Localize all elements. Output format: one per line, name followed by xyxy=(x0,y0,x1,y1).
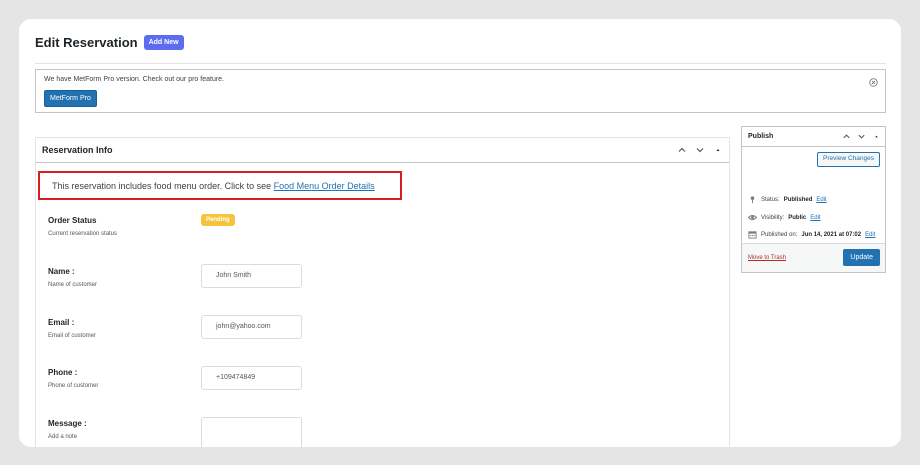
email-description: Email of customer xyxy=(48,333,97,339)
preview-changes-button[interactable]: Preview Changes xyxy=(817,152,880,167)
calendar-icon xyxy=(748,231,757,239)
message-label: Message : xyxy=(48,419,87,428)
box-controls xyxy=(677,145,723,155)
email-input[interactable]: john@yahoo.com xyxy=(201,315,302,339)
food-menu-notice-label: This reservation includes food menu orde… xyxy=(52,181,274,191)
name-description: Name of customer xyxy=(48,282,98,288)
published-on-row: Published on: Jun 14, 2021 at 07:02 Edit xyxy=(748,230,875,239)
add-new-button[interactable]: Add New xyxy=(143,35,184,50)
message-field: Message : Add a note xyxy=(48,419,87,440)
update-button[interactable]: Update xyxy=(843,249,880,266)
name-label: Name : xyxy=(48,267,75,276)
metform-notice: We have MetForm Pro version. Check out o… xyxy=(35,69,886,113)
triangle-up-icon[interactable] xyxy=(713,145,723,155)
pin-icon xyxy=(750,196,755,204)
status-value: Published xyxy=(783,196,813,203)
publish-box: Publish Preview Changes Status: Publishe… xyxy=(741,126,886,273)
eye-icon xyxy=(748,215,757,220)
phone-field: Phone : Phone of customer xyxy=(48,368,98,389)
triangle-up-icon[interactable] xyxy=(872,132,881,141)
publish-header: Publish xyxy=(742,127,885,147)
phone-label: Phone : xyxy=(48,368,78,377)
publish-title: Publish xyxy=(748,133,774,140)
chevron-up-icon[interactable] xyxy=(677,145,687,155)
published-on-edit-link[interactable]: Edit xyxy=(865,232,875,238)
visibility-value: Public xyxy=(788,214,807,221)
page-title: Edit Reservation xyxy=(35,35,138,50)
chevron-down-icon[interactable] xyxy=(857,132,866,141)
email-label: Email : xyxy=(48,318,75,327)
order-status-field: Order Status Current reservation status xyxy=(48,216,117,237)
publish-footer: Move to Trash Update xyxy=(742,243,885,272)
food-menu-notice: This reservation includes food menu orde… xyxy=(38,171,402,200)
name-input[interactable]: John Smith xyxy=(201,264,302,288)
status-prefix: Status: xyxy=(761,196,780,203)
phone-input[interactable]: +109474849 xyxy=(201,366,302,390)
status-edit-link[interactable]: Edit xyxy=(816,197,826,203)
status-badge: Pending xyxy=(201,214,235,226)
message-description: Add a note xyxy=(48,434,78,440)
notice-text: We have MetForm Pro version. Check out o… xyxy=(44,76,225,83)
name-field: Name : Name of customer xyxy=(48,267,97,288)
reservation-info-box: Reservation Info This reservation includ… xyxy=(35,137,730,447)
page-header: Edit Reservation Add New xyxy=(35,35,184,50)
metform-pro-button[interactable]: MetForm Pro xyxy=(44,90,97,107)
published-on-value: Jun 14, 2021 at 07:02 xyxy=(801,231,862,238)
publish-controls xyxy=(842,132,881,141)
food-menu-notice-text: This reservation includes food menu orde… xyxy=(52,181,375,191)
phone-description: Phone of customer xyxy=(48,383,99,389)
chevron-up-icon[interactable] xyxy=(842,132,851,141)
chevron-down-icon[interactable] xyxy=(695,145,705,155)
visibility-row: Visibility: Public Edit xyxy=(748,213,821,222)
published-on-prefix: Published on: xyxy=(761,231,798,238)
visibility-prefix: Visibility: xyxy=(761,214,785,221)
move-to-trash-link[interactable]: Move to Trash xyxy=(748,255,786,261)
screenshot-frame: Edit Reservation Add New We have MetForm… xyxy=(19,19,901,447)
order-status-description: Current reservation status xyxy=(48,231,118,237)
visibility-edit-link[interactable]: Edit xyxy=(810,215,820,221)
header-divider xyxy=(35,63,886,64)
message-textarea[interactable] xyxy=(201,417,302,447)
close-circle-icon[interactable] xyxy=(869,78,878,87)
status-row: Status: Published Edit xyxy=(748,195,827,204)
reservation-info-title: Reservation Info xyxy=(42,145,113,155)
order-status-label: Order Status xyxy=(48,216,97,225)
email-field: Email : Email of customer xyxy=(48,318,96,339)
reservation-info-header: Reservation Info xyxy=(36,138,729,163)
food-menu-order-link[interactable]: Food Menu Order Details xyxy=(274,181,375,191)
